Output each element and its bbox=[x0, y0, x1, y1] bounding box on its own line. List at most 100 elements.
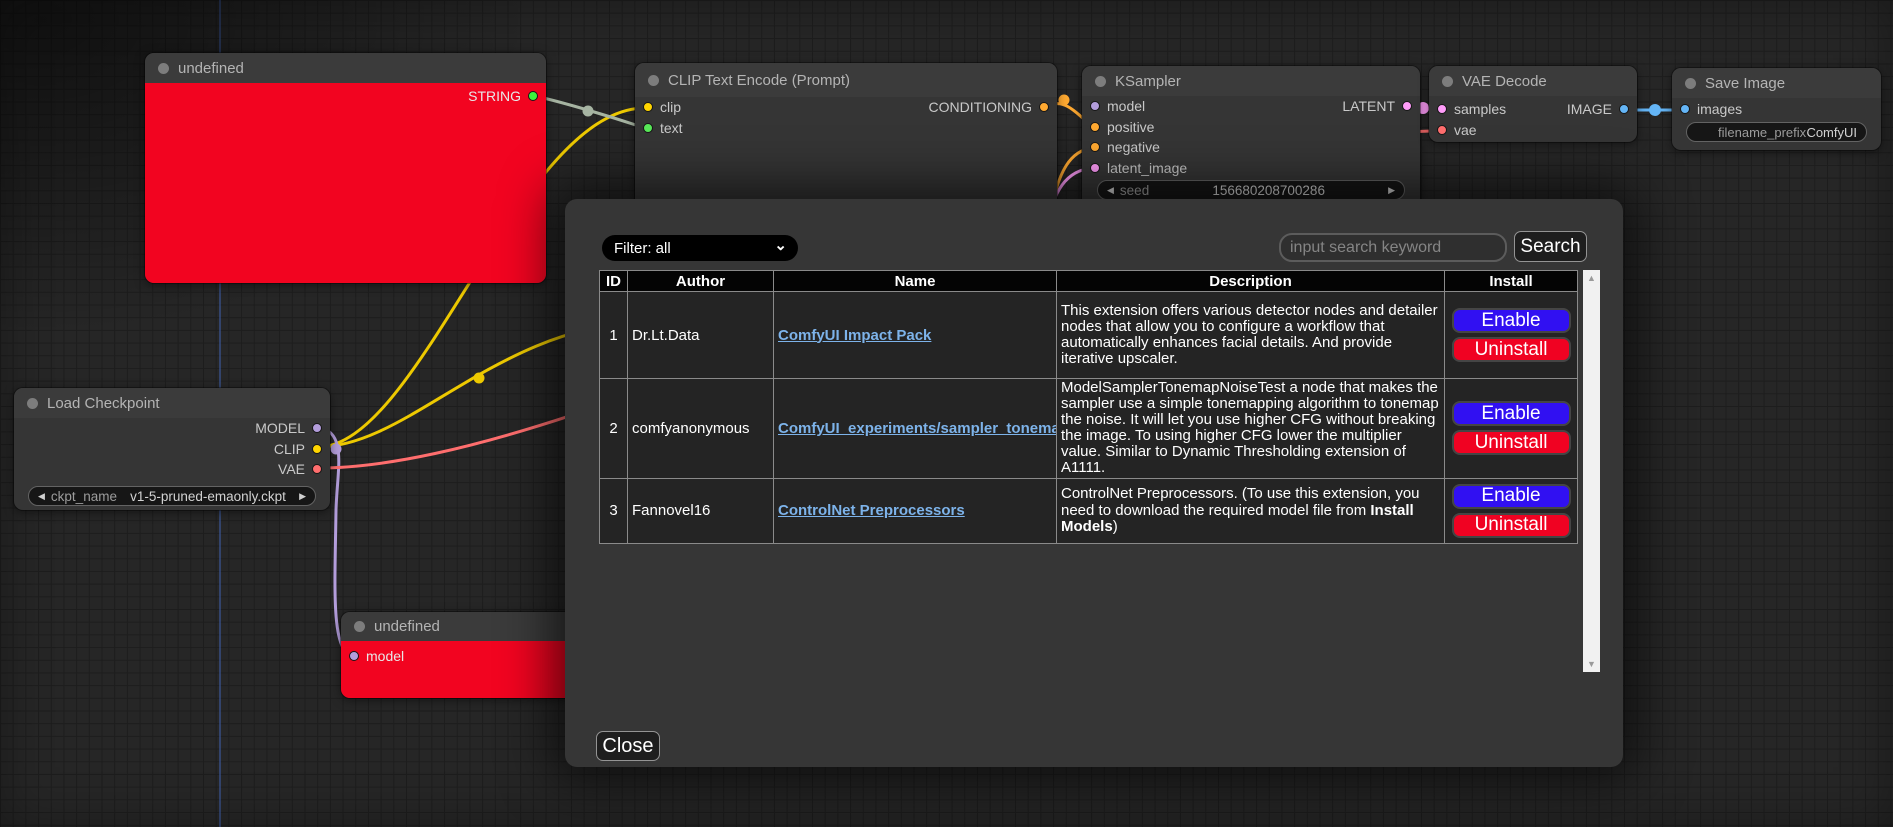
scroll-down-icon[interactable]: ▼ bbox=[1583, 659, 1600, 669]
arrow-left-icon[interactable]: ◀ bbox=[1107, 185, 1114, 196]
input-label-model: model bbox=[366, 648, 404, 664]
input-label-latent-image: latent_image bbox=[1107, 160, 1187, 176]
cell-author: Dr.Lt.Data bbox=[628, 292, 774, 379]
node-load-checkpoint[interactable]: Load Checkpoint MODEL CLIP VAE ◀ ckpt_na… bbox=[14, 388, 330, 510]
node-title: KSampler bbox=[1115, 73, 1181, 90]
table-header-row: ID Author Name Description Install bbox=[600, 271, 1578, 292]
widget-value: 156680208700286 bbox=[1212, 183, 1325, 198]
arrow-left-icon[interactable]: ◀ bbox=[38, 491, 45, 502]
node-title: undefined bbox=[374, 618, 440, 635]
filename-prefix-widget[interactable]: filename_prefix ComfyUI bbox=[1686, 122, 1867, 142]
node-title-bar[interactable]: Save Image bbox=[1672, 68, 1881, 98]
extension-manager-dialog: Filter: all ⌄ Search ID Author Name Desc… bbox=[565, 199, 1623, 767]
cell-id: 3 bbox=[600, 478, 628, 543]
node-undefined-top[interactable]: undefined STRING bbox=[145, 53, 546, 283]
extension-table-container: ID Author Name Description Install 1 Dr.… bbox=[597, 270, 1600, 672]
search-input[interactable] bbox=[1279, 233, 1507, 262]
node-undefined-bottom[interactable]: undefined model bbox=[341, 612, 581, 698]
output-port-vae[interactable] bbox=[312, 464, 322, 474]
extension-link[interactable]: ControlNet Preprocessors bbox=[778, 502, 965, 519]
cell-author: comfyanonymous bbox=[628, 379, 774, 479]
node-title-bar[interactable]: undefined bbox=[341, 612, 581, 641]
output-port-image[interactable] bbox=[1619, 104, 1629, 114]
arrow-right-icon[interactable]: ▶ bbox=[299, 491, 306, 502]
node-title-bar[interactable]: CLIP Text Encode (Prompt) bbox=[635, 63, 1057, 97]
input-port-clip[interactable] bbox=[643, 102, 653, 112]
node-title: Save Image bbox=[1705, 75, 1785, 92]
close-button[interactable]: Close bbox=[596, 731, 660, 761]
widget-label: seed bbox=[1120, 183, 1149, 198]
cell-description: This extension offers various detector n… bbox=[1057, 292, 1445, 379]
node-title-bar[interactable]: VAE Decode bbox=[1429, 66, 1637, 96]
output-port-latent[interactable] bbox=[1402, 101, 1412, 111]
extension-table: ID Author Name Description Install 1 Dr.… bbox=[599, 270, 1578, 544]
extension-link[interactable]: ComfyUI Impact Pack bbox=[778, 327, 931, 344]
input-port-model[interactable] bbox=[349, 651, 359, 661]
node-status-dot bbox=[1095, 76, 1106, 87]
header-description: Description bbox=[1057, 271, 1445, 292]
node-status-dot bbox=[27, 398, 38, 409]
seed-widget[interactable]: ◀ seed 156680208700286 ▶ bbox=[1097, 180, 1405, 200]
uninstall-button[interactable]: Uninstall bbox=[1452, 513, 1571, 538]
output-label-vae: VAE bbox=[278, 461, 305, 477]
node-save-image[interactable]: Save Image images filename_prefix ComfyU… bbox=[1672, 68, 1881, 150]
extension-link[interactable]: ComfyUI_experiments/sampler_tonemap bbox=[778, 420, 1057, 437]
header-id: ID bbox=[600, 271, 628, 292]
enable-button[interactable]: Enable bbox=[1452, 308, 1571, 333]
ckpt-name-widget[interactable]: ◀ ckpt_name v1-5-pruned-emaonly.ckpt ▶ bbox=[28, 486, 316, 506]
cell-author: Fannovel16 bbox=[628, 478, 774, 543]
input-port-model[interactable] bbox=[1090, 101, 1100, 111]
input-port-latent-image[interactable] bbox=[1090, 163, 1100, 173]
scroll-up-icon[interactable]: ▲ bbox=[1583, 273, 1600, 283]
node-title: VAE Decode bbox=[1462, 73, 1547, 90]
input-port-text[interactable] bbox=[643, 123, 653, 133]
cell-install: Enable Uninstall bbox=[1445, 379, 1578, 479]
filter-select[interactable]: Filter: all bbox=[602, 235, 798, 261]
output-port-string[interactable] bbox=[528, 91, 538, 101]
table-row: 1 Dr.Lt.Data ComfyUI Impact Pack This ex… bbox=[600, 292, 1578, 379]
header-install: Install bbox=[1445, 271, 1578, 292]
arrow-right-icon[interactable]: ▶ bbox=[1388, 185, 1395, 196]
node-status-dot bbox=[1685, 78, 1696, 89]
enable-button[interactable]: Enable bbox=[1452, 401, 1571, 426]
node-title-bar[interactable]: KSampler bbox=[1082, 66, 1420, 96]
cell-description: ModelSamplerTonemapNoiseTest a node that… bbox=[1057, 379, 1445, 479]
input-label-clip: clip bbox=[660, 99, 681, 115]
header-name: Name bbox=[774, 271, 1057, 292]
uninstall-button[interactable]: Uninstall bbox=[1452, 430, 1571, 455]
output-label-string: STRING bbox=[468, 88, 521, 104]
link-dot-clip[interactable] bbox=[474, 373, 485, 384]
node-title-bar[interactable]: undefined bbox=[145, 53, 546, 83]
input-label-vae: vae bbox=[1454, 122, 1477, 138]
output-label-image: IMAGE bbox=[1567, 101, 1612, 117]
output-port-conditioning[interactable] bbox=[1039, 102, 1049, 112]
input-port-negative[interactable] bbox=[1090, 142, 1100, 152]
table-row: 3 Fannovel16 ControlNet Preprocessors Co… bbox=[600, 478, 1578, 543]
node-status-dot bbox=[158, 63, 169, 74]
link-dot-image[interactable] bbox=[1649, 104, 1661, 116]
node-title-bar[interactable]: Load Checkpoint bbox=[14, 388, 330, 418]
widget-value: ComfyUI bbox=[1806, 125, 1857, 140]
node-vae-decode[interactable]: VAE Decode samples vae IMAGE bbox=[1429, 66, 1637, 142]
node-status-dot bbox=[354, 621, 365, 632]
input-label-images: images bbox=[1697, 101, 1742, 117]
uninstall-button[interactable]: Uninstall bbox=[1452, 337, 1571, 362]
node-title: CLIP Text Encode (Prompt) bbox=[668, 72, 850, 89]
filter-select-wrap: Filter: all ⌄ bbox=[602, 235, 798, 261]
output-port-model[interactable] bbox=[312, 423, 322, 433]
output-label-model: MODEL bbox=[255, 420, 305, 436]
scrollbar[interactable]: ▲ ▼ bbox=[1583, 270, 1600, 672]
search-button[interactable]: Search bbox=[1514, 231, 1587, 262]
widget-value: v1-5-pruned-emaonly.ckpt bbox=[130, 489, 286, 504]
output-label-latent: LATENT bbox=[1342, 98, 1395, 114]
link-dot-string[interactable] bbox=[583, 106, 594, 117]
link-dot-model[interactable] bbox=[331, 444, 342, 455]
input-port-samples[interactable] bbox=[1437, 104, 1447, 114]
link-dot-conditioning[interactable] bbox=[1059, 95, 1070, 106]
input-port-positive[interactable] bbox=[1090, 122, 1100, 132]
header-author: Author bbox=[628, 271, 774, 292]
enable-button[interactable]: Enable bbox=[1452, 484, 1571, 509]
input-port-images[interactable] bbox=[1680, 104, 1690, 114]
output-port-clip[interactable] bbox=[312, 444, 322, 454]
input-port-vae[interactable] bbox=[1437, 125, 1447, 135]
